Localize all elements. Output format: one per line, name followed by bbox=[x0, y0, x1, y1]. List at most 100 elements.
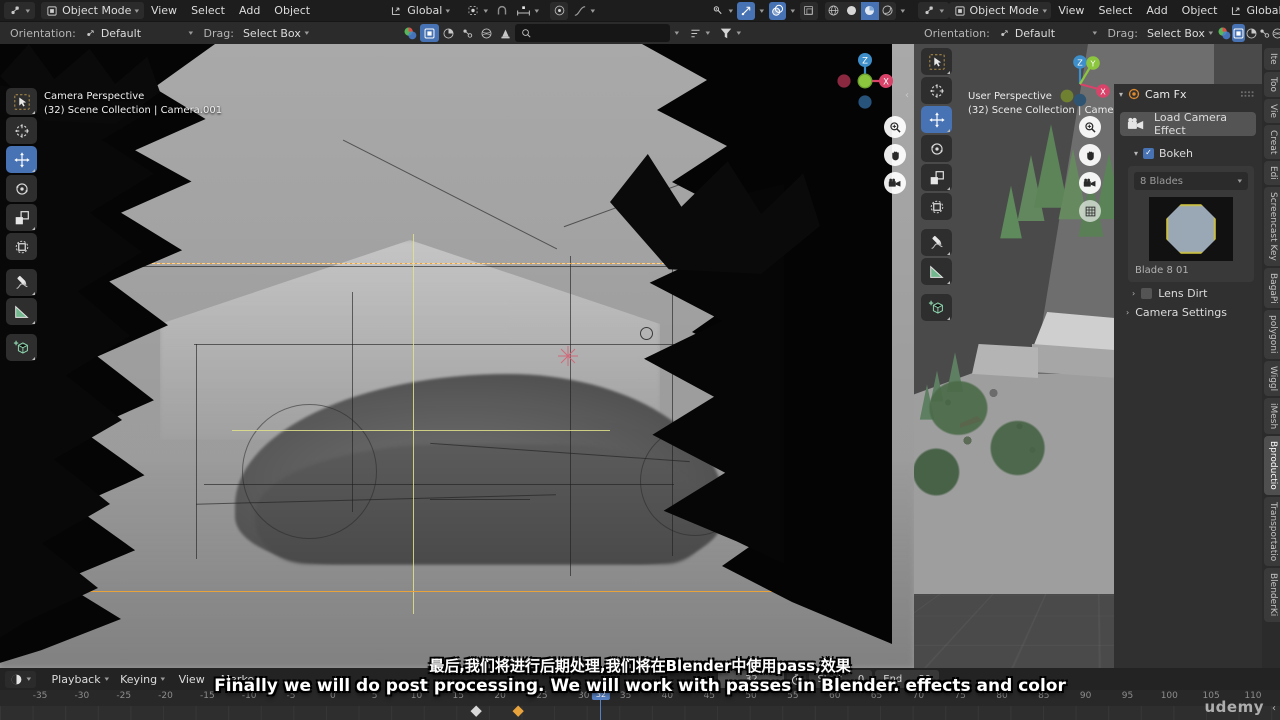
transform-orientation-select[interactable]: Global ▾ bbox=[385, 2, 455, 19]
viewport-a-canvas[interactable]: Camera Perspective (32) Scene Collection… bbox=[0, 44, 914, 668]
chevron-down-icon[interactable]: ▾ bbox=[1134, 149, 1138, 158]
search-options-select[interactable]: ▾ bbox=[670, 25, 684, 42]
menu-select[interactable]: Select bbox=[1091, 2, 1139, 19]
transform-tool[interactable] bbox=[921, 193, 952, 220]
viewport-b-canvas[interactable]: User Perspective (32) Scene Collection |… bbox=[914, 44, 1280, 668]
blades-select[interactable]: 8 Blades ▾ bbox=[1134, 172, 1248, 190]
measure-tool[interactable] bbox=[921, 258, 952, 285]
mode-select[interactable]: Object Mode ▾ bbox=[948, 2, 1052, 19]
search-input[interactable] bbox=[515, 24, 671, 42]
cursor-tool[interactable] bbox=[921, 77, 952, 104]
overlays-icon[interactable] bbox=[768, 1, 787, 20]
snap-increment-icon[interactable] bbox=[420, 24, 440, 42]
shading-options-select[interactable]: ▾ bbox=[896, 2, 910, 19]
grid-ortho-icon[interactable] bbox=[1079, 200, 1101, 222]
rotate-tool[interactable] bbox=[6, 175, 37, 202]
bokeh-row[interactable]: ▾ ✓ Bokeh bbox=[1120, 144, 1256, 162]
add-cube-tool[interactable] bbox=[921, 294, 952, 321]
viewport-b-nav-gizmo[interactable]: Z Y X bbox=[1054, 46, 1116, 108]
snap-volume-icon[interactable] bbox=[477, 24, 496, 42]
menu-object[interactable]: Object bbox=[1175, 2, 1225, 19]
sidebar-tab-create[interactable]: Creat bbox=[1264, 124, 1280, 160]
add-cube-tool[interactable] bbox=[6, 334, 37, 361]
bokeh-preview[interactable] bbox=[1149, 197, 1233, 261]
snap-increment-icon[interactable] bbox=[1232, 24, 1246, 42]
camera-view-icon[interactable] bbox=[1079, 172, 1101, 194]
orientation-default-select[interactable]: Default ▾ bbox=[79, 24, 198, 42]
load-camera-effect-button[interactable]: Load Camera Effect bbox=[1120, 111, 1256, 137]
transform-tool[interactable] bbox=[6, 233, 37, 260]
tweak-select-box-tool[interactable] bbox=[921, 48, 952, 75]
snap-to-select[interactable]: ▾ bbox=[461, 2, 493, 19]
camera-view-icon[interactable] bbox=[884, 172, 906, 194]
pan-hand-icon[interactable] bbox=[884, 144, 906, 166]
sidebar-tab-polygoniq[interactable]: polygoni bbox=[1264, 310, 1280, 359]
snap-magnet-icon[interactable] bbox=[493, 2, 511, 20]
scale-tool[interactable] bbox=[6, 204, 37, 231]
menu-object[interactable]: Object bbox=[267, 2, 317, 19]
lens-dirt-row[interactable]: › Lens Dirt bbox=[1120, 284, 1256, 303]
menu-select[interactable]: Select bbox=[184, 2, 232, 19]
rotate-tool[interactable] bbox=[921, 135, 952, 162]
camera-settings-row[interactable]: › Camera Settings bbox=[1120, 303, 1256, 322]
snap-face-icon[interactable] bbox=[1258, 24, 1271, 42]
end-frame-field[interactable]: End 80 bbox=[875, 670, 939, 688]
filter-icon[interactable]: ▾ bbox=[714, 25, 746, 42]
xray-icon[interactable] bbox=[800, 1, 818, 20]
sidebar-tab-item[interactable]: Ite bbox=[1264, 48, 1280, 70]
editor-type-icon[interactable]: ▾ bbox=[4, 2, 35, 19]
editor-type-icon[interactable]: ▾ bbox=[918, 2, 949, 19]
timeline-ruler[interactable]: -35 -30 -25 -20 -15 -10 -5 0 5 10 15 20 25 30 35 40 45 50… bbox=[0, 690, 1280, 706]
move-tool[interactable] bbox=[921, 106, 952, 133]
sidebar-tab-bagapi[interactable]: BagaPi bbox=[1264, 267, 1280, 309]
annotate-tool[interactable] bbox=[6, 269, 37, 296]
sidebar-tab-bproduction[interactable]: Bproductio bbox=[1264, 436, 1280, 496]
menu-playback[interactable]: Playback ▾ bbox=[47, 671, 114, 688]
zoom-icon[interactable] bbox=[1079, 116, 1101, 138]
snap-vertex-icon[interactable] bbox=[401, 24, 420, 42]
menu-view[interactable]: View bbox=[172, 671, 212, 688]
shading-wireframe-icon[interactable] bbox=[825, 2, 843, 20]
annotate-tool[interactable] bbox=[921, 229, 952, 256]
snap-vertex-icon[interactable] bbox=[1217, 24, 1232, 42]
panel-header[interactable]: ▾ Cam Fx bbox=[1114, 84, 1262, 104]
start-frame-field[interactable]: Start 0 bbox=[809, 670, 873, 688]
menu-add[interactable]: Add bbox=[232, 2, 267, 19]
sort-icon[interactable]: ▾ bbox=[684, 25, 715, 42]
move-tool[interactable] bbox=[6, 146, 37, 173]
sidebar-tab-edit[interactable]: Edi bbox=[1264, 161, 1280, 185]
sidebar-tab-wiggle[interactable]: Wiggl bbox=[1264, 360, 1280, 397]
snap-face-icon[interactable] bbox=[458, 24, 477, 42]
sidebar-tab-screencast-keys[interactable]: Screencast Key bbox=[1264, 187, 1280, 266]
timeline-track[interactable] bbox=[0, 706, 1280, 720]
drag-select[interactable]: Select Box ▾ bbox=[237, 24, 314, 42]
overlay-options-select[interactable]: ▾ bbox=[786, 2, 800, 19]
chevron-down-icon[interactable]: ▾ bbox=[1119, 90, 1123, 99]
snap-volume-icon[interactable] bbox=[1271, 24, 1280, 42]
sidebar-tab-blenderkit[interactable]: BlenderKi bbox=[1264, 568, 1280, 622]
menu-marker[interactable]: Marker bbox=[214, 671, 266, 688]
shading-mode-group[interactable] bbox=[824, 1, 897, 20]
falloff-curve-select[interactable]: ▾ bbox=[568, 2, 600, 19]
sidebar-tab-view[interactable]: Vie bbox=[1264, 98, 1280, 123]
bokeh-checkbox[interactable]: ✓ bbox=[1143, 147, 1155, 159]
measure-tool[interactable] bbox=[6, 298, 37, 325]
snap-edge-icon[interactable] bbox=[439, 24, 458, 42]
menu-view[interactable]: View bbox=[1051, 2, 1091, 19]
proportional-falloff-icon[interactable] bbox=[550, 1, 569, 20]
shading-rendered-icon[interactable] bbox=[879, 2, 897, 20]
transform-orientation-select[interactable]: Global ▾ bbox=[1225, 2, 1280, 19]
grip-dots-icon[interactable] bbox=[1241, 90, 1257, 98]
proportional-editing-select[interactable]: ▾ bbox=[511, 2, 544, 19]
pan-hand-icon[interactable] bbox=[1079, 144, 1101, 166]
menu-keying[interactable]: Keying ▾ bbox=[115, 671, 169, 688]
shading-material-preview-icon[interactable] bbox=[860, 1, 879, 20]
zoom-icon[interactable] bbox=[884, 116, 906, 138]
editor-type-icon[interactable]: ▾ bbox=[5, 670, 36, 688]
auto-keying-icon[interactable] bbox=[787, 670, 807, 688]
chevron-right-icon[interactable]: › bbox=[1126, 308, 1129, 317]
sidebar-tab-tool[interactable]: Too bbox=[1264, 71, 1280, 97]
tweak-select-box-tool[interactable] bbox=[6, 88, 37, 115]
scale-tool[interactable] bbox=[921, 164, 952, 191]
snap-edge-icon[interactable] bbox=[1245, 24, 1258, 42]
